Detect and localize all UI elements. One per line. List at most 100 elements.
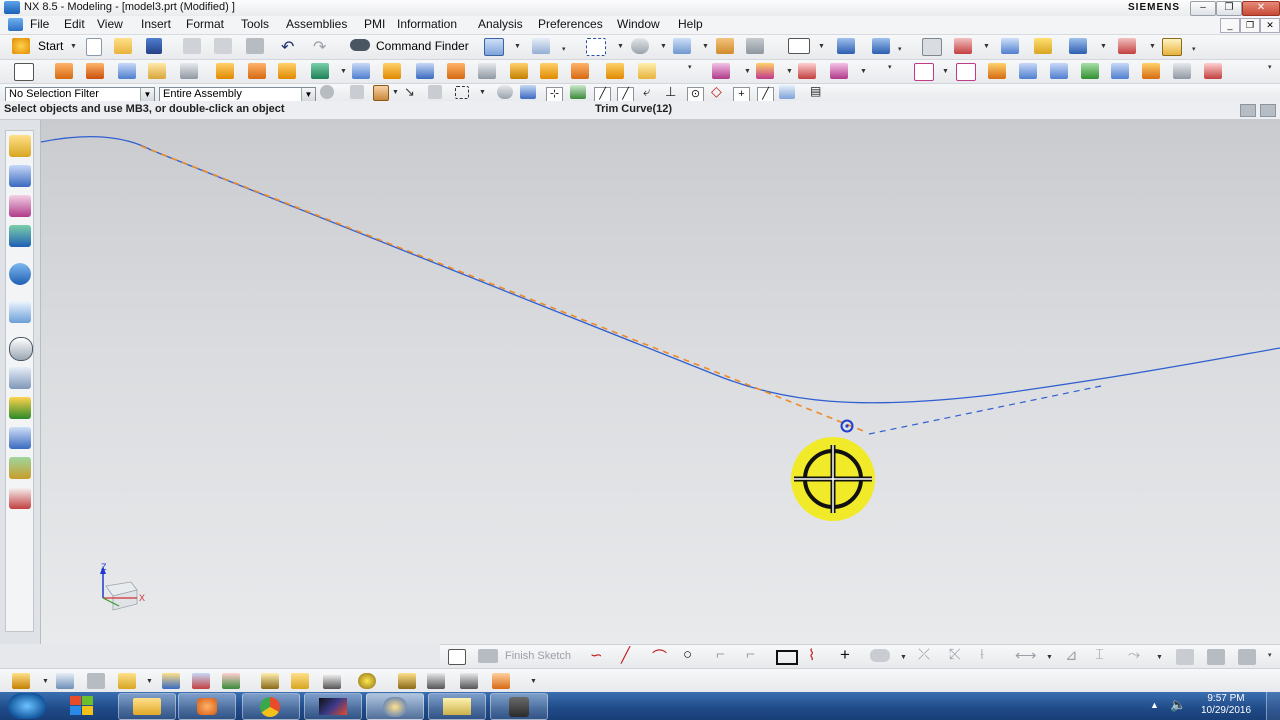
line-icon[interactable]: ╱	[621, 646, 630, 664]
menu-preferences[interactable]: Preferences	[538, 17, 603, 31]
fit-view-icon[interactable]	[586, 38, 606, 56]
datum-plane-icon[interactable]	[712, 63, 730, 79]
graphics-window[interactable]: Z X	[41, 120, 1280, 644]
extrude-icon[interactable]	[55, 63, 73, 79]
draft-icon[interactable]	[510, 63, 528, 79]
hd3d-tools-icon[interactable]	[9, 263, 31, 285]
grid-snap-icon[interactable]	[1118, 38, 1136, 54]
sketch-icon[interactable]	[14, 63, 34, 81]
pad-icon[interactable]	[216, 63, 234, 79]
menu-edit[interactable]: Edit	[64, 17, 85, 31]
thicken-icon[interactable]	[638, 63, 656, 79]
document-menu-icon[interactable]	[8, 18, 23, 31]
minimize-button[interactable]: –	[1190, 1, 1216, 16]
profile-icon[interactable]: ∽	[590, 646, 603, 664]
general-icon[interactable]	[12, 673, 30, 689]
show-constraints-icon[interactable]: ⤳	[1128, 646, 1140, 663]
menu-help[interactable]: Help	[678, 17, 703, 31]
select-feature-icon[interactable]	[350, 85, 364, 99]
snap-midpoint-icon[interactable]	[570, 85, 586, 99]
start-button[interactable]: Start	[38, 39, 63, 53]
studio-surface-icon[interactable]	[1081, 63, 1099, 79]
system-clock[interactable]: 9:57 PM 10/29/2016	[1196, 693, 1256, 717]
exploded-view-icon[interactable]	[323, 673, 341, 689]
make-corner-icon[interactable]: ⟊	[980, 646, 984, 663]
mirror-icon[interactable]	[352, 63, 370, 79]
manufacturing-wizard-icon[interactable]	[9, 397, 31, 419]
split-body-icon[interactable]	[571, 63, 589, 79]
pattern-icon[interactable]	[383, 63, 401, 79]
open-folder-icon[interactable]	[114, 38, 132, 54]
blend-icon[interactable]	[416, 63, 434, 79]
taskbar-nx-active[interactable]	[366, 693, 424, 720]
hole-icon[interactable]	[118, 63, 136, 79]
trim-sheet-icon[interactable]	[1204, 63, 1222, 79]
copy-icon[interactable]	[214, 38, 232, 54]
chamfer-icon[interactable]	[447, 63, 465, 79]
groove-icon[interactable]	[278, 63, 296, 79]
show-desktop-button[interactable]	[1266, 692, 1280, 720]
swept-icon[interactable]	[1050, 63, 1068, 79]
part-navigator-icon[interactable]	[9, 195, 31, 217]
status-line-toggle-icon[interactable]	[1260, 104, 1276, 117]
spline-curve[interactable]	[41, 136, 1280, 404]
roles-icon[interactable]	[9, 427, 31, 449]
type-filter-icon[interactable]	[373, 85, 389, 101]
quick-extend-icon[interactable]: ⤪	[949, 646, 961, 663]
boss-icon[interactable]	[148, 63, 166, 79]
fillet-icon[interactable]: ⌐	[716, 646, 725, 663]
sketch-orient-icon[interactable]	[1238, 649, 1256, 665]
bounded-plane-icon[interactable]	[956, 63, 976, 81]
windows-flag-icon[interactable]	[70, 696, 94, 716]
curvature-icon[interactable]	[1034, 38, 1052, 54]
constraints-icon[interactable]: ⊿	[1065, 646, 1078, 664]
taskbar-notepad[interactable]	[428, 693, 486, 720]
assembly-cut-icon[interactable]	[460, 673, 478, 689]
selection-filter-select[interactable]: No Selection Filter ▼	[5, 87, 155, 102]
n-sided-surface-icon[interactable]	[1111, 63, 1129, 79]
history-icon[interactable]	[9, 337, 33, 361]
menu-tools[interactable]: Tools	[241, 17, 269, 31]
palette-icon[interactable]	[9, 487, 31, 509]
auto-constrain-icon[interactable]: ⌶	[1095, 646, 1104, 663]
snap-perpendicular-icon[interactable]: ⊥	[665, 84, 676, 100]
new-file-icon[interactable]	[86, 38, 102, 56]
mirror-assembly-icon[interactable]	[222, 673, 240, 689]
component-icon[interactable]	[87, 673, 105, 689]
taskbar-recorder[interactable]	[490, 693, 548, 720]
ruled-surface-icon[interactable]	[988, 63, 1006, 79]
display-icon[interactable]	[837, 38, 855, 54]
menu-view[interactable]: View	[97, 17, 123, 31]
circle-icon[interactable]: ○	[683, 646, 692, 663]
assembly-arrangement-icon[interactable]	[492, 673, 510, 689]
select-face-icon[interactable]	[520, 85, 536, 99]
binoculars-icon[interactable]	[350, 39, 370, 51]
unite-icon[interactable]	[311, 63, 329, 79]
taskbar-explorer[interactable]	[118, 693, 176, 720]
select-body-icon[interactable]	[497, 85, 513, 99]
cut-icon[interactable]	[183, 38, 201, 54]
snap-clear-icon[interactable]: ▤	[810, 84, 821, 98]
reuse-library-icon[interactable]	[9, 225, 31, 247]
polygon-icon[interactable]: ⌇	[808, 646, 815, 664]
menu-file[interactable]: File	[30, 17, 49, 31]
snap-intersection-icon[interactable]: ⤶	[643, 84, 650, 100]
orient-view-icon[interactable]	[673, 38, 691, 54]
render-style-icon[interactable]	[631, 38, 649, 54]
add-component-icon[interactable]	[118, 673, 136, 689]
sew-icon[interactable]	[1173, 63, 1191, 79]
revolve-icon[interactable]	[86, 63, 104, 79]
save-icon[interactable]	[146, 38, 162, 54]
start-icon[interactable]	[12, 38, 30, 54]
quick-trim-icon[interactable]: ⤫	[918, 646, 930, 663]
doc-minimize-button[interactable]: _	[1220, 18, 1240, 33]
through-mesh-icon[interactable]	[1019, 63, 1037, 79]
wcs-icon[interactable]	[872, 38, 890, 54]
view-section-icon[interactable]	[788, 38, 810, 54]
sketch-task-icon[interactable]	[448, 649, 466, 665]
command-finder-button[interactable]: Command Finder	[376, 39, 469, 53]
redo-icon[interactable]: ↷	[313, 37, 326, 57]
menu-pmi[interactable]: PMI	[364, 17, 385, 31]
doc-close-button[interactable]: ✕	[1260, 18, 1280, 33]
snap-bounded-grid-icon[interactable]	[779, 85, 795, 99]
